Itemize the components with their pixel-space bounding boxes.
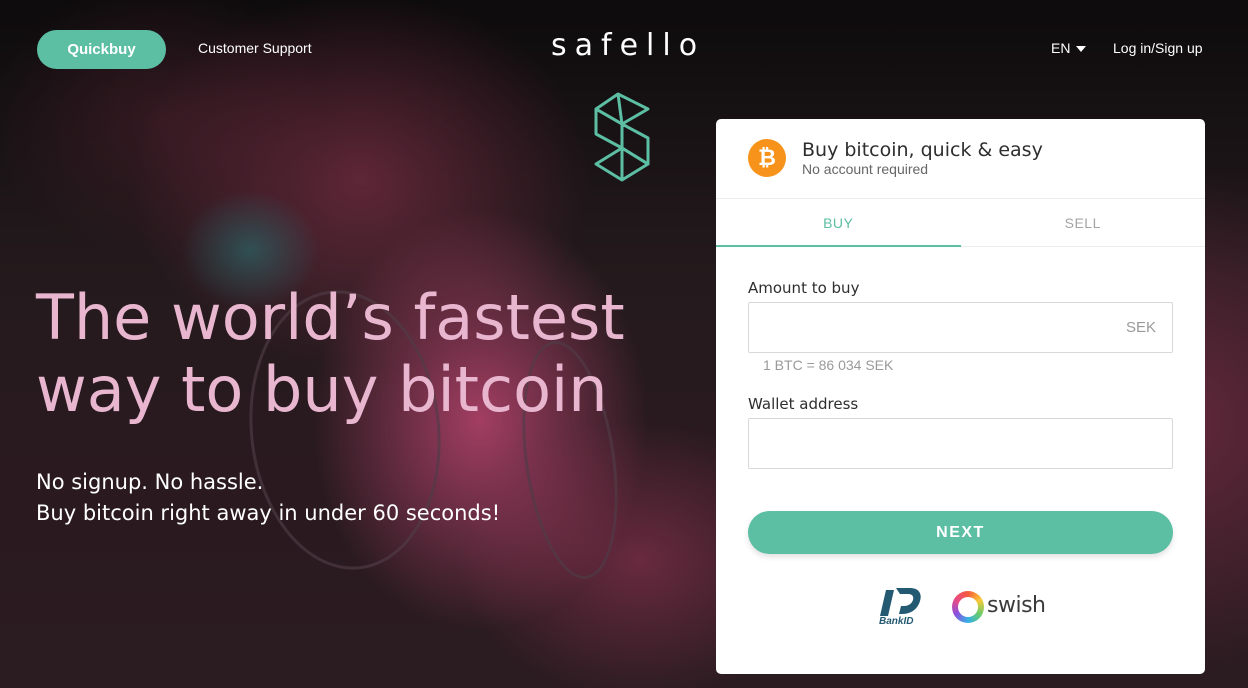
quickbuy-button[interactable]: Quickbuy [37, 30, 166, 69]
bitcoin-icon: ₿ [748, 139, 786, 177]
subtitle-line-1: No signup. No hassle. [36, 470, 264, 494]
hero-headline: The world’s fastest way to buy bitcoin [36, 282, 656, 426]
buy-sell-tabs: BUY SELL [716, 199, 1205, 247]
language-label: EN [1051, 40, 1071, 56]
card-header: ₿ Buy bitcoin, quick & easy No account r… [716, 119, 1205, 199]
amount-label: Amount to buy [748, 279, 860, 297]
subtitle-line-2: Buy bitcoin right away in under 60 secon… [36, 501, 501, 525]
tab-sell[interactable]: SELL [961, 199, 1206, 246]
buy-sell-card: ₿ Buy bitcoin, quick & easy No account r… [716, 119, 1205, 674]
amount-currency: SEK [1125, 319, 1156, 336]
top-header: Quickbuy Customer Support safello EN Log… [0, 0, 1248, 96]
caret-down-icon [1076, 45, 1087, 52]
wallet-label: Wallet address [748, 395, 859, 413]
safello-s-icon [594, 92, 650, 182]
swish-label: swish [987, 593, 1046, 618]
headline-line-2: way to buy bitcoin [36, 353, 608, 426]
login-signup-link[interactable]: Log in/Sign up [1113, 40, 1203, 56]
wallet-address-input[interactable] [749, 419, 1172, 468]
exchange-rate: 1 BTC = 86 034 SEK [763, 357, 894, 373]
hero-subtitle: No signup. No hassle. Buy bitcoin right … [36, 467, 500, 529]
bankid-label: BankID [879, 616, 914, 627]
amount-input[interactable] [749, 303, 1172, 352]
card-title: Buy bitcoin, quick & easy [802, 139, 1043, 161]
card-subtitle: No account required [802, 161, 929, 177]
safello-logo[interactable]: safello [551, 28, 705, 63]
swish-icon [952, 591, 984, 623]
next-button[interactable]: NEXT [748, 511, 1173, 554]
wallet-field [748, 418, 1173, 469]
headline-line-1: The world’s fastest [36, 281, 625, 354]
customer-support-link[interactable]: Customer Support [198, 40, 312, 56]
tab-buy[interactable]: BUY [716, 199, 961, 247]
amount-field: SEK [748, 302, 1173, 353]
language-selector[interactable]: EN [1051, 40, 1087, 56]
